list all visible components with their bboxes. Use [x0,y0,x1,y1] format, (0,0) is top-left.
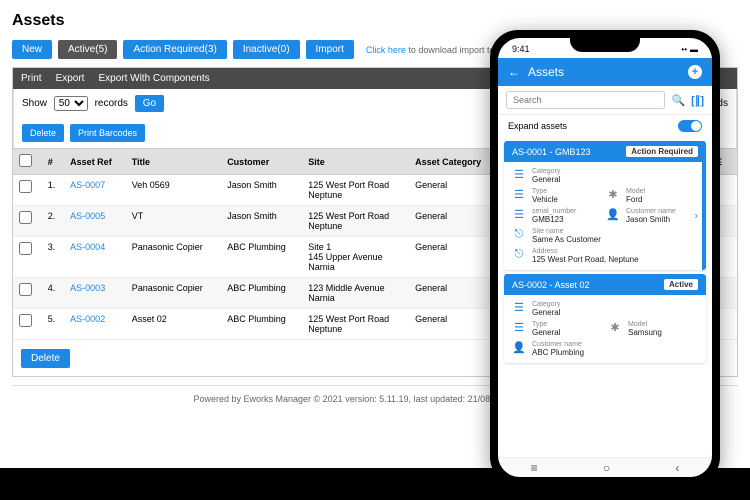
import-button[interactable]: Import [306,40,354,59]
print-action[interactable]: Print [21,73,42,84]
asset-ref-link[interactable]: AS-0003 [70,283,105,293]
phone-notch [570,38,640,52]
row-checkbox[interactable] [19,211,32,224]
active-filter[interactable]: Active(5) [58,40,117,59]
col-customer[interactable]: Customer [221,149,302,175]
asset-card: AS-0002 - Asset 02 Active ☰CategoryGener… [504,274,706,363]
location-icon: ⎋ [512,228,526,241]
asset-ref-link[interactable]: AS-0007 [70,180,105,190]
category-icon: ☰ [512,168,526,181]
col-category[interactable]: Asset Category [409,149,499,175]
col-title[interactable]: Title [126,149,221,175]
row-checkbox[interactable] [19,180,32,193]
category-icon: ☰ [512,301,526,314]
phone-mockup: 9:41 ••▬ ← Assets + 🔍 [∥] Expand assets … [490,30,720,485]
card-title: AS-0001 - GMB123 [512,147,591,157]
records-label: records [95,98,128,109]
asset-card: AS-0001 - GMB123 Action Required ☰Catego… [504,141,706,270]
person-icon: 👤 [512,341,526,354]
asset-ref-link[interactable]: AS-0002 [70,314,105,324]
status-icons: ••▬ [681,45,698,54]
select-all-checkbox[interactable] [19,154,32,167]
go-button[interactable]: Go [135,95,164,112]
col-site[interactable]: Site [302,149,409,175]
export-action[interactable]: Export [56,73,85,84]
type-icon: ☰ [512,321,526,334]
new-button[interactable]: New [12,40,52,59]
asset-ref-link[interactable]: AS-0005 [70,211,105,221]
model-icon: ✱ [606,188,620,201]
asset-ref-link[interactable]: AS-0004 [70,242,105,252]
card-title: AS-0002 - Asset 02 [512,280,590,290]
search-input[interactable] [506,91,665,109]
page-size-select[interactable]: 50 [54,96,88,111]
inactive-filter[interactable]: Inactive(0) [233,40,300,59]
import-template-link[interactable]: Click here [366,45,406,55]
model-icon: ✱ [608,321,622,334]
barcode-icon[interactable]: [∥] [691,94,704,107]
status-badge: Action Required [626,146,698,157]
address-icon: ⎋ [512,248,526,261]
export-components-action[interactable]: Export With Components [98,73,209,84]
type-icon: ☰ [512,188,526,201]
app-title: Assets [528,65,564,79]
search-icon[interactable]: 🔍 [671,94,685,107]
row-checkbox[interactable] [19,314,32,327]
back-icon[interactable]: ← [508,65,520,79]
nav-back-icon[interactable]: ‹ [675,461,679,475]
add-icon[interactable]: + [688,65,702,79]
status-badge: Active [664,279,698,290]
col-asset-ref[interactable]: Asset Ref [64,149,126,175]
delete-button-bottom[interactable]: Delete [21,349,70,368]
nav-home-icon[interactable]: ○ [603,461,610,475]
page-title: Assets [12,12,738,30]
chevron-right-icon[interactable]: › [695,211,698,222]
delete-button-top[interactable]: Delete [22,124,64,142]
action-required-filter[interactable]: Action Required(3) [123,40,226,59]
row-checkbox[interactable] [19,283,32,296]
phone-time: 9:41 [512,44,530,54]
expand-label: Expand assets [508,121,567,131]
show-label: Show [22,98,47,109]
col-num[interactable]: # [42,149,64,175]
row-checkbox[interactable] [19,242,32,255]
print-barcodes-button[interactable]: Print Barcodes [70,124,145,142]
serial-icon: ☰ [512,208,526,221]
person-icon: 👤 [606,208,620,221]
nav-recent-icon[interactable]: ≡ [531,461,538,475]
expand-toggle[interactable] [678,120,702,132]
